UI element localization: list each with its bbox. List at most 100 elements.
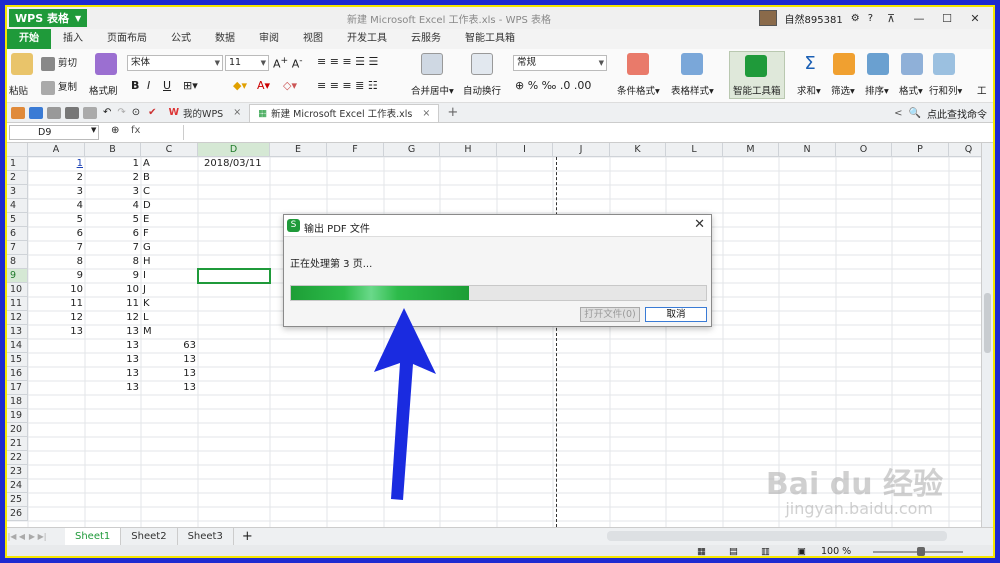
new-tab-button[interactable]: + [447, 105, 458, 120]
row-header-26[interactable]: 26 [7, 507, 28, 521]
vertical-scrollbar[interactable] [981, 143, 993, 527]
cell-A7[interactable]: 7 [28, 241, 85, 255]
row-header-1[interactable]: 1 [7, 157, 28, 171]
underline-button[interactable]: U [163, 79, 171, 92]
cell-B9[interactable]: 9 [85, 269, 141, 283]
fill-color-icon[interactable]: ◆▾ [233, 79, 247, 92]
border-icon[interactable]: ⊞▾ [183, 79, 198, 92]
cell-B8[interactable]: 8 [85, 255, 141, 269]
row-header-2[interactable]: 2 [7, 171, 28, 185]
select-all-corner[interactable] [7, 143, 28, 157]
zoom-slider-handle[interactable] [917, 547, 925, 556]
column-header-I[interactable]: I [497, 143, 553, 157]
reading-view-icon[interactable]: ▥ [761, 546, 770, 556]
column-header-F[interactable]: F [327, 143, 384, 157]
first-sheet-icon[interactable]: |◀ [7, 532, 17, 541]
row-header-18[interactable]: 18 [7, 395, 28, 409]
row-header-21[interactable]: 21 [7, 437, 28, 451]
fullscreen-icon[interactable]: ▣ [797, 546, 806, 556]
filter-icon[interactable] [833, 53, 855, 75]
sheet-tab-2[interactable]: Sheet2 [121, 527, 178, 546]
cell-A4[interactable]: 4 [28, 199, 85, 213]
column-header-C[interactable]: C [141, 143, 198, 157]
function-icon[interactable]: fx [131, 125, 140, 136]
conditional-format-button[interactable]: 条件格式▾ [617, 83, 660, 97]
redo-icon[interactable]: ↷ [117, 107, 125, 118]
user-name[interactable]: 自然895381 [785, 11, 843, 26]
cut-button[interactable]: 剪切 [41, 55, 77, 71]
align-left-icon[interactable]: ≡ ≡ ≡ ≣ ☷ [317, 79, 378, 92]
cell-C14[interactable]: 63 [141, 339, 198, 353]
format-icon[interactable] [901, 53, 923, 75]
zoom-icon[interactable]: ⊙ [132, 107, 140, 118]
wrap-text-button[interactable]: 自动换行 [463, 83, 501, 97]
align-top-icon[interactable]: ≡ ≡ ≡ ☰ ☰ [317, 55, 378, 68]
font-color-icon[interactable]: A▾ [257, 79, 270, 92]
sheet-tab-3[interactable]: Sheet3 [178, 527, 234, 546]
cell-D1[interactable]: 2018/03/11 [198, 157, 270, 171]
column-header-P[interactable]: P [892, 143, 949, 157]
cell-A13[interactable]: 13 [28, 325, 85, 339]
column-header-G[interactable]: G [384, 143, 440, 157]
menu-tab-2[interactable]: 页面布局 [95, 29, 159, 49]
cell-B16[interactable]: 13 [85, 367, 141, 381]
cell-A12[interactable]: 12 [28, 311, 85, 325]
menu-tab-5[interactable]: 审阅 [247, 29, 291, 49]
row-header-14[interactable]: 14 [7, 339, 28, 353]
undo-icon[interactable]: ↶ [103, 107, 111, 118]
export-icon[interactable] [47, 106, 61, 119]
copy-button[interactable]: 复制 [41, 79, 77, 95]
sum-icon[interactable]: Σ [799, 53, 821, 75]
row-header-10[interactable]: 10 [7, 283, 28, 297]
font-size-select[interactable]: 11 ▼ [225, 55, 269, 71]
cell-B5[interactable]: 5 [85, 213, 141, 227]
row-header-23[interactable]: 23 [7, 465, 28, 479]
clear-format-icon[interactable]: ◇▾ [283, 79, 297, 92]
column-header-M[interactable]: M [723, 143, 779, 157]
restore-icon[interactable]: ⊼ [881, 12, 901, 25]
zoom-level[interactable]: 100 % [821, 546, 851, 556]
format-painter-button[interactable]: 格式刷 [89, 83, 118, 97]
cell-B10[interactable]: 10 [85, 283, 141, 297]
paste-button[interactable]: 粘贴 [9, 83, 28, 97]
cell-B14[interactable]: 13 [85, 339, 141, 353]
command-search[interactable]: < 🔍 点此查找命令 [894, 106, 987, 121]
row-header-3[interactable]: 3 [7, 185, 28, 199]
row-header-8[interactable]: 8 [7, 255, 28, 269]
bold-button[interactable]: B [131, 79, 139, 92]
row-header-7[interactable]: 7 [7, 241, 28, 255]
close-icon[interactable]: × [233, 107, 241, 118]
pin-icon[interactable]: ✔ [148, 107, 156, 118]
italic-button[interactable]: I [147, 79, 150, 92]
cell-C17[interactable]: 13 [141, 381, 198, 395]
column-header-E[interactable]: E [270, 143, 327, 157]
row-col-button[interactable]: 行和列▾ [929, 83, 962, 97]
cell-B17[interactable]: 13 [85, 381, 141, 395]
merge-center-button[interactable]: 合并居中▾ [411, 83, 454, 97]
row-header-20[interactable]: 20 [7, 423, 28, 437]
name-box[interactable]: D9 [9, 125, 99, 140]
column-header-L[interactable]: L [666, 143, 723, 157]
next-sheet-icon[interactable]: ▶ [27, 532, 37, 541]
settings-icon[interactable]: ⚙ [851, 13, 860, 24]
column-header-H[interactable]: H [440, 143, 497, 157]
print-icon[interactable] [65, 106, 79, 119]
column-header-Q[interactable]: Q [949, 143, 985, 157]
open-icon[interactable] [11, 106, 25, 119]
column-header-N[interactable]: N [779, 143, 836, 157]
merge-icon[interactable] [421, 53, 443, 75]
close-icon[interactable]: × [422, 108, 430, 119]
chevron-down-icon[interactable]: ▼ [91, 126, 96, 134]
cell-A10[interactable]: 10 [28, 283, 85, 297]
row-header-4[interactable]: 4 [7, 199, 28, 213]
formula-input[interactable] [183, 125, 983, 140]
row-header-11[interactable]: 11 [7, 297, 28, 311]
column-header-D[interactable]: D [198, 143, 270, 157]
scroll-thumb[interactable] [984, 293, 991, 353]
cell-B12[interactable]: 12 [85, 311, 141, 325]
sum-button[interactable]: 求和▾ [797, 83, 821, 97]
row-col-icon[interactable] [933, 53, 955, 75]
filter-button[interactable]: 筛选▾ [831, 83, 855, 97]
close-button[interactable]: ✕ [965, 12, 985, 25]
column-header-K[interactable]: K [610, 143, 666, 157]
